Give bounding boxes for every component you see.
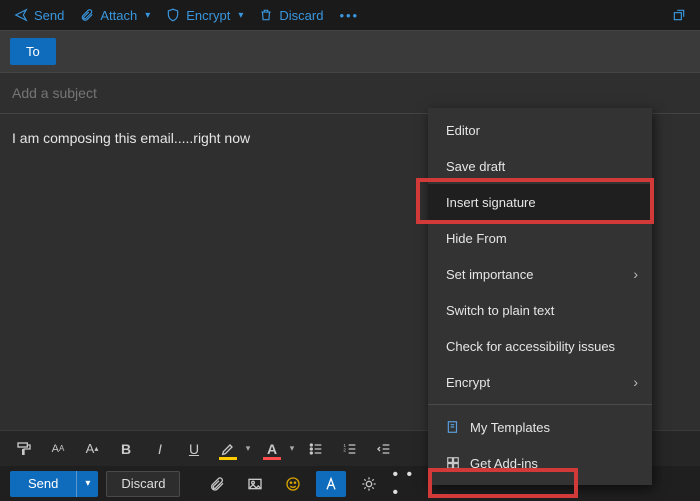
- menu-item-hide-from[interactable]: Hide From: [428, 220, 652, 256]
- bullets-icon: [308, 441, 324, 457]
- decrease-indent-button[interactable]: [368, 435, 400, 463]
- menu-label: Encrypt: [446, 375, 490, 390]
- chevron-down-icon: ▾: [238, 10, 243, 21]
- more-label: • • •: [392, 466, 426, 501]
- menu-label: Check for accessibility issues: [446, 339, 615, 354]
- compose-window: Send Attach ▾ Encrypt ▾ Discard •••: [0, 0, 700, 501]
- font-size-decrease-button[interactable]: AA: [42, 435, 74, 463]
- svg-text:2: 2: [343, 447, 346, 452]
- bulleted-list-button[interactable]: [300, 435, 332, 463]
- subject-input[interactable]: [12, 85, 688, 101]
- encrypt-button[interactable]: Encrypt ▾: [158, 0, 251, 30]
- menu-item-my-templates[interactable]: My Templates: [428, 409, 652, 445]
- discard-button[interactable]: Discard: [106, 471, 180, 497]
- bold-button[interactable]: B: [110, 435, 142, 463]
- menu-separator: [428, 404, 652, 405]
- discard-top-label: Discard: [279, 8, 323, 23]
- discard-top-button[interactable]: Discard: [251, 0, 331, 30]
- underline-button[interactable]: U: [178, 435, 210, 463]
- top-more-button[interactable]: •••: [331, 0, 367, 30]
- menu-label: Switch to plain text: [446, 303, 554, 318]
- picture-icon: [247, 476, 263, 492]
- menu-item-save-draft[interactable]: Save draft: [428, 148, 652, 184]
- encrypt-label: Encrypt: [186, 8, 230, 23]
- highlight-color-button[interactable]: [212, 435, 244, 463]
- send-label: Send: [28, 476, 58, 491]
- menu-label: Set importance: [446, 267, 533, 282]
- menu-label: Save draft: [446, 159, 505, 174]
- toggle-formatting-button[interactable]: [316, 471, 346, 497]
- menu-label: Insert signature: [446, 195, 536, 210]
- paperclip-icon: [80, 8, 94, 22]
- send-split-button[interactable]: ▾: [76, 471, 98, 497]
- attach-bottom-button[interactable]: [202, 471, 232, 497]
- attach-button[interactable]: Attach ▾: [72, 0, 158, 30]
- send-top-label: Send: [34, 8, 64, 23]
- body-text: I am composing this email.....right now: [12, 130, 250, 146]
- insert-picture-button[interactable]: [240, 471, 270, 497]
- chevron-right-icon: ›: [633, 374, 638, 390]
- fontcolor-swatch: [263, 457, 281, 460]
- emoji-button[interactable]: [278, 471, 308, 497]
- smiley-icon: [285, 476, 301, 492]
- numbers-icon: 12: [342, 441, 358, 457]
- popout-button[interactable]: [664, 0, 694, 30]
- trash-icon: [259, 8, 273, 22]
- paperclip-icon: [209, 476, 225, 492]
- menu-item-encrypt[interactable]: Encrypt ›: [428, 364, 652, 400]
- paint-roller-icon: [16, 441, 32, 457]
- menu-label: Editor: [446, 123, 480, 138]
- numbered-list-button[interactable]: 12: [334, 435, 366, 463]
- send-button[interactable]: Send: [10, 471, 76, 497]
- menu-item-set-importance[interactable]: Set importance ›: [428, 256, 652, 292]
- attach-label: Attach: [100, 8, 137, 23]
- menu-item-switch-plaintext[interactable]: Switch to plain text: [428, 292, 652, 328]
- italic-button[interactable]: I: [144, 435, 176, 463]
- recipients-row[interactable]: To: [0, 30, 700, 72]
- format-painter-button[interactable]: [8, 435, 40, 463]
- chevron-right-icon: ›: [633, 266, 638, 282]
- chevron-down-icon: ▾: [145, 10, 150, 21]
- popout-icon: [672, 8, 686, 22]
- font-color-button[interactable]: A: [256, 435, 288, 463]
- menu-item-editor[interactable]: Editor: [428, 112, 652, 148]
- more-actions-button[interactable]: • • •: [392, 471, 426, 497]
- templates-icon: [446, 420, 460, 434]
- more-actions-menu: Editor Save draft Insert signature Hide …: [428, 108, 652, 485]
- discard-label: Discard: [121, 476, 165, 491]
- highlighter-icon: [220, 441, 236, 457]
- send-plane-icon: [14, 8, 28, 22]
- font-size-increase-button[interactable]: A▴: [76, 435, 108, 463]
- send-button-group: Send ▾: [10, 471, 98, 497]
- menu-label: My Templates: [470, 420, 550, 435]
- highlight-swatch: [219, 457, 237, 460]
- menu-item-get-addins[interactable]: Get Add-ins: [428, 445, 652, 481]
- top-toolbar: Send Attach ▾ Encrypt ▾ Discard •••: [0, 0, 700, 30]
- menu-label: Hide From: [446, 231, 507, 246]
- menu-item-insert-signature[interactable]: Insert signature: [428, 184, 652, 220]
- brightness-button[interactable]: [354, 471, 384, 497]
- to-button[interactable]: To: [10, 38, 56, 65]
- text-format-icon: [323, 476, 339, 492]
- to-label: To: [26, 44, 40, 59]
- menu-label: Get Add-ins: [470, 456, 538, 471]
- shield-icon: [166, 8, 180, 22]
- send-top-button[interactable]: Send: [6, 0, 72, 30]
- sun-icon: [361, 476, 377, 492]
- menu-item-accessibility[interactable]: Check for accessibility issues: [428, 328, 652, 364]
- outdent-icon: [376, 441, 392, 457]
- addins-icon: [446, 456, 460, 470]
